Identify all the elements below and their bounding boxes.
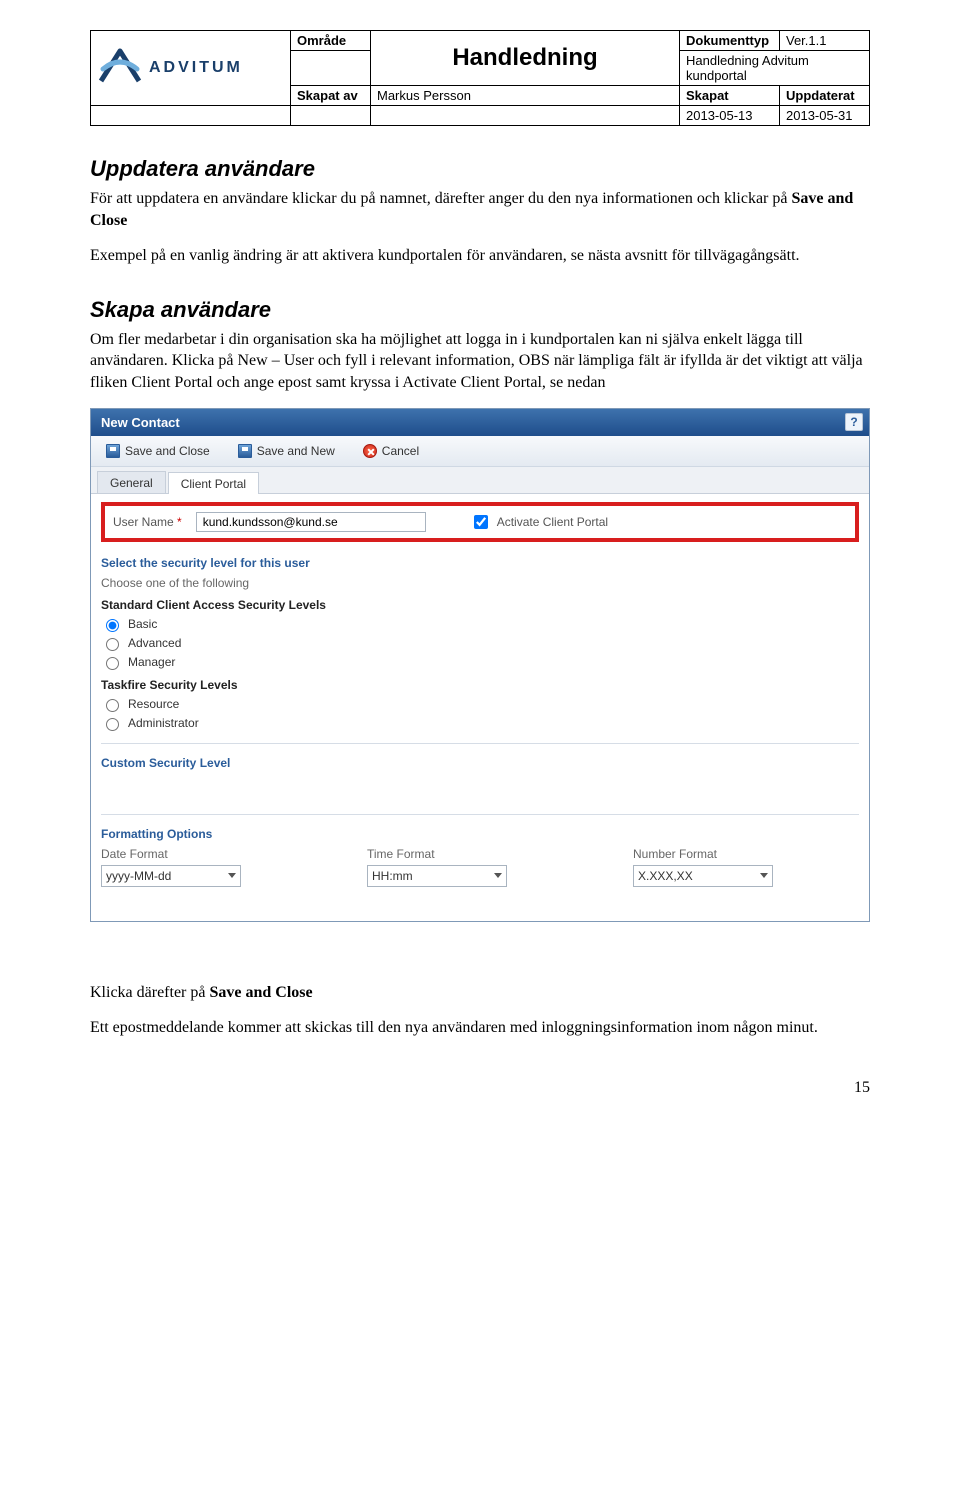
p-uppdatera-1: För att uppdatera en användare klickar d…	[90, 188, 870, 231]
date-format-label: Date Format	[101, 847, 327, 861]
tab-general[interactable]: General	[97, 471, 166, 493]
formatting-options-title: Formatting Options	[101, 827, 859, 841]
taskfire-heading: Taskfire Security Levels	[101, 678, 859, 692]
radio-resource[interactable]: Resource	[101, 696, 859, 712]
tabs: General Client Portal	[91, 467, 869, 494]
logo-cell: ADVITUM	[91, 31, 291, 106]
doc-header-table: ADVITUM Område Handledning Dokumenttyp V…	[90, 30, 870, 126]
time-format-label: Time Format	[367, 847, 593, 861]
p-skapa-1: Om fler medarbetar i din organisation sk…	[90, 329, 870, 394]
heading-uppdatera: Uppdatera användare	[90, 156, 870, 182]
tab-client-portal[interactable]: Client Portal	[168, 472, 259, 494]
window-titlebar: New Contact ?	[91, 409, 869, 436]
save-and-close-button[interactable]: Save and Close	[97, 440, 219, 462]
radio-administrator[interactable]: Administrator	[101, 715, 859, 731]
logo-text: ADVITUM	[149, 59, 243, 77]
heading-skapa: Skapa användare	[90, 297, 870, 323]
omrade-value	[291, 51, 371, 86]
help-icon[interactable]: ?	[845, 413, 863, 431]
label-skapat: Skapat	[680, 86, 780, 106]
doc-title: Handledning	[371, 31, 680, 86]
choose-one-label: Choose one of the following	[101, 576, 859, 590]
doc-name: Handledning Advitum kundportal	[680, 51, 870, 86]
updated-date: 2013-05-31	[780, 106, 870, 126]
activate-checkbox-input[interactable]	[474, 515, 488, 529]
chevron-down-icon	[494, 873, 502, 878]
created-date: 2013-05-13	[680, 106, 780, 126]
page-number: 15	[90, 1079, 870, 1097]
label-uppdaterat: Uppdaterat	[780, 86, 870, 106]
time-format-select[interactable]: HH:mm	[367, 865, 507, 887]
new-contact-window: New Contact ? Save and Close Save and Ne…	[90, 408, 870, 922]
window-title: New Contact	[101, 415, 180, 430]
cancel-button[interactable]: Cancel	[354, 440, 428, 462]
p-uppdatera-2: Exempel på en vanlig ändring är att akti…	[90, 245, 870, 267]
version: Ver.1.1	[780, 31, 870, 51]
chevron-down-icon	[760, 873, 768, 878]
label-skapat-av: Skapat av	[291, 86, 371, 106]
author: Markus Persson	[371, 86, 680, 106]
username-label: User Name *	[113, 515, 182, 529]
save-icon	[238, 444, 252, 458]
radio-manager[interactable]: Manager	[101, 654, 859, 670]
save-and-new-button[interactable]: Save and New	[229, 440, 344, 462]
p-after-1: Klicka därefter på Save and Close	[90, 982, 870, 1004]
date-format-select[interactable]: yyyy-MM-dd	[101, 865, 241, 887]
username-input[interactable]	[196, 512, 426, 532]
security-level-title: Select the security level for this user	[101, 556, 859, 570]
chevron-down-icon	[228, 873, 236, 878]
label-dokumenttyp: Dokumenttyp	[680, 31, 780, 51]
radio-basic[interactable]: Basic	[101, 616, 859, 632]
p-after-2: Ett epostmeddelande kommer att skickas t…	[90, 1017, 870, 1039]
label-omrade: Område	[291, 31, 371, 51]
toolbar: Save and Close Save and New Cancel	[91, 436, 869, 467]
custom-security-title: Custom Security Level	[101, 756, 859, 770]
number-format-select[interactable]: X.XXX,XX	[633, 865, 773, 887]
radio-advanced[interactable]: Advanced	[101, 635, 859, 651]
activate-client-portal-checkbox[interactable]: Activate Client Portal	[470, 512, 608, 532]
highlighted-username-row: User Name * Activate Client Portal	[101, 502, 859, 542]
advitum-logo-icon	[97, 47, 143, 89]
cancel-icon	[363, 444, 377, 458]
standard-access-heading: Standard Client Access Security Levels	[101, 598, 859, 612]
save-icon	[106, 444, 120, 458]
number-format-label: Number Format	[633, 847, 859, 861]
